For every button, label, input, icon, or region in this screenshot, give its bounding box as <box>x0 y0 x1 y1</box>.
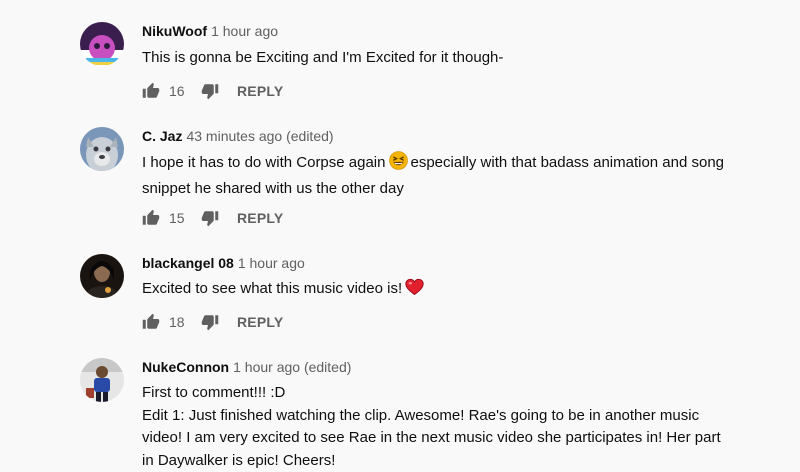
author-name[interactable]: NukeConnon <box>142 359 229 375</box>
comment-text: I hope it has to do with Corpse again esp… <box>142 151 767 200</box>
comment-time[interactable]: 1 hour ago (edited) <box>233 359 351 375</box>
comment-header: blackangel 081 hour ago <box>142 254 305 272</box>
comment-text-segment: I hope it has to do with Corpse again <box>142 154 386 171</box>
comment-text-segment: especially with that badass animation an… <box>411 154 725 171</box>
like-count: 15 <box>169 210 195 226</box>
avatar[interactable] <box>80 22 124 66</box>
red-heart-icon <box>405 278 424 304</box>
thumbs-up-icon[interactable] <box>142 209 160 227</box>
reply-button[interactable]: REPLY <box>237 210 283 226</box>
comment-line: First to comment!!! :D <box>142 382 767 405</box>
reply-button[interactable]: REPLY <box>237 83 283 99</box>
comment-text: This is gonna be Exciting and I'm Excite… <box>142 47 767 70</box>
comment-header: NikuWoof1 hour ago <box>142 22 278 40</box>
comment-line: video! I am very excited to see Rae in t… <box>142 427 767 450</box>
avatar[interactable] <box>80 358 124 402</box>
comment-actions: 18 REPLY <box>142 312 283 332</box>
comment-header: C. Jaz43 minutes ago (edited) <box>142 127 334 145</box>
comment-time[interactable]: 1 hour ago <box>238 255 305 271</box>
comment-text-segment: Excited to see what this music video is! <box>142 280 402 297</box>
thumbs-up-icon[interactable] <box>142 313 160 331</box>
comment-time[interactable]: 1 hour ago <box>211 23 278 39</box>
author-name[interactable]: NikuWoof <box>142 23 207 39</box>
author-name[interactable]: blackangel 08 <box>142 255 234 271</box>
reply-button[interactable]: REPLY <box>237 314 283 330</box>
like-count: 16 <box>169 83 195 99</box>
avatar[interactable] <box>80 127 124 171</box>
comment-text: Excited to see what this music video is! <box>142 278 767 304</box>
comment-line: snippet he shared with us the other day <box>142 178 767 201</box>
comment-actions: 16 REPLY <box>142 81 283 101</box>
comment-line: I hope it has to do with Corpse again esp… <box>142 151 767 178</box>
grinning-squinting-face-icon <box>389 151 408 178</box>
comment-line: This is gonna be Exciting and I'm Excite… <box>142 47 767 70</box>
comment-actions: 15 REPLY <box>142 208 283 228</box>
avatar[interactable] <box>80 254 124 298</box>
thumbs-down-icon[interactable] <box>201 82 219 100</box>
author-name[interactable]: C. Jaz <box>142 128 182 144</box>
thumbs-up-icon[interactable] <box>142 82 160 100</box>
comment-line: in Daywalker is epic! Cheers! <box>142 450 767 472</box>
comment-line: Edit 1: Just finished watching the clip.… <box>142 405 767 428</box>
comment-text: First to comment!!! :D Edit 1: Just fini… <box>142 382 767 472</box>
comment-time[interactable]: 43 minutes ago (edited) <box>186 128 333 144</box>
like-count: 18 <box>169 314 195 330</box>
thumbs-down-icon[interactable] <box>201 209 219 227</box>
comment-header: NukeConnon1 hour ago (edited) <box>142 358 351 376</box>
comment-line: Excited to see what this music video is! <box>142 278 767 304</box>
thumbs-down-icon[interactable] <box>201 313 219 331</box>
